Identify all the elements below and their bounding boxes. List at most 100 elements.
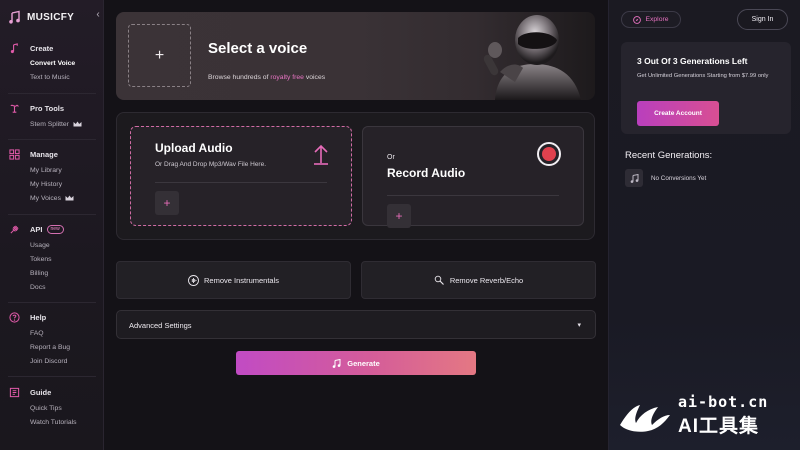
section-pro-tools-header: Pro Tools <box>0 101 104 115</box>
section-create: Create Convert Voice Text to Music <box>0 41 104 85</box>
watermark-logo-icon <box>620 405 670 432</box>
brand[interactable]: MUSICFY ‹ <box>9 9 100 25</box>
divider <box>8 376 96 377</box>
chevron-down-icon: ▾ <box>577 322 581 329</box>
section-manage: Manage My Library My History My Voices <box>0 147 104 206</box>
divider <box>387 195 559 196</box>
upload-audio-dropzone[interactable]: Upload Audio Or Drag And Drop Mp3/Wav Fi… <box>130 126 352 226</box>
divider <box>8 93 96 94</box>
section-manage-header: Manage <box>0 147 104 161</box>
record-button[interactable] <box>537 142 561 166</box>
crown-icon <box>65 195 74 201</box>
watermark: ai-bot.cn AI工具集 <box>614 385 794 445</box>
crown-icon <box>73 121 82 127</box>
new-badge: new <box>46 224 64 234</box>
no-conversions-text: No Conversions Yet <box>651 174 707 182</box>
audio-input-panel: Upload Audio Or Drag And Drop Mp3/Wav Fi… <box>116 112 595 240</box>
advanced-settings-label: Advanced Settings <box>129 321 192 330</box>
select-voice-plus-button[interactable]: + <box>128 24 191 87</box>
recent-empty-row: No Conversions Yet <box>625 168 706 188</box>
section-help-header: Help <box>0 310 104 324</box>
remove-instrumentals-button[interactable]: Remove Instrumentals <box>116 261 351 299</box>
main-content: + Select a voice Browse hundreds of roya… <box>104 0 608 450</box>
divider <box>8 214 96 215</box>
section-guide: Guide Quick Tips Watch Tutorials <box>0 385 104 430</box>
book-icon <box>9 387 20 397</box>
royalty-free-highlight: royalty free <box>270 74 304 81</box>
music-note-logo-icon <box>9 10 20 24</box>
section-create-header: Create <box>0 41 104 55</box>
music-note-icon <box>10 42 18 53</box>
grid-icon <box>9 148 20 160</box>
sidebar-item-join-discord[interactable]: Join Discord <box>0 355 104 369</box>
sidebar-item-my-voices[interactable]: My Voices <box>0 192 104 206</box>
record-dot-icon <box>542 147 556 161</box>
sidebar-item-my-history[interactable]: My History <box>0 178 104 192</box>
divider <box>8 302 96 303</box>
sidebar-item-faq[interactable]: FAQ <box>0 327 104 341</box>
upload-arrow-icon[interactable] <box>313 143 329 165</box>
help-circle-icon <box>9 311 20 323</box>
tools-icon <box>10 104 19 113</box>
sidebar-item-billing[interactable]: Billing <box>0 267 104 281</box>
upload-audio-subtitle: Or Drag And Drop Mp3/Wav File Here. <box>155 161 267 168</box>
robot-singer-illustration <box>483 15 581 100</box>
sidebar-item-docs[interactable]: Docs <box>0 281 104 295</box>
sidebar-item-text-to-music[interactable]: Text to Music <box>0 71 104 85</box>
select-voice-subtitle: Browse hundreds of royalty free voices <box>208 74 325 81</box>
sidebar-item-convert-voice[interactable]: Convert Voice <box>0 57 104 71</box>
section-help-title: Help <box>30 312 47 322</box>
create-account-button[interactable]: Create Account <box>637 101 719 126</box>
remove-reverb-button[interactable]: Remove Reverb/Echo <box>361 261 596 299</box>
explore-button[interactable]: Explore <box>621 11 681 28</box>
generations-heading: 3 Out Of 3 Generations Left <box>637 56 748 66</box>
music-note-icon <box>332 358 341 368</box>
explore-label: Explore <box>645 16 669 23</box>
record-audio-title: Record Audio <box>387 166 466 180</box>
sidebar-item-tokens[interactable]: Tokens <box>0 253 104 267</box>
record-audio-panel[interactable]: Or Record Audio + <box>362 126 584 228</box>
generate-button[interactable]: Generate <box>236 351 476 375</box>
section-create-title: Create <box>30 43 54 53</box>
right-panel: Explore Sign In 3 Out Of 3 Generations L… <box>608 0 800 450</box>
watermark-url: ai-bot.cn <box>678 393 769 411</box>
advanced-settings-dropdown[interactable]: Advanced Settings ▾ <box>116 310 596 339</box>
sign-in-button[interactable]: Sign In <box>737 9 788 30</box>
voice-sub-text-before: Browse hundreds of <box>208 74 271 81</box>
section-pro-tools: Pro Tools Stem Splitter <box>0 101 104 132</box>
remove-reverb-label: Remove Reverb/Echo <box>449 275 524 285</box>
recent-generations-heading: Recent Generations: <box>625 150 713 161</box>
upload-audio-title: Upload Audio <box>155 141 233 155</box>
voice-sub-text-after: voices <box>303 74 326 81</box>
sidebar-item-stem-splitter-label: Stem Splitter <box>30 121 69 128</box>
sidebar-item-report-bug[interactable]: Report a Bug <box>0 341 104 355</box>
watermark-title: AI工具集 <box>678 416 760 437</box>
plug-icon <box>10 224 19 234</box>
sidebar: MUSICFY ‹ Create Convert Voice Text to M… <box>0 0 104 450</box>
sidebar-item-quick-tips[interactable]: Quick Tips <box>0 402 104 416</box>
select-voice-title: Select a voice <box>208 40 308 57</box>
section-help: Help FAQ Report a Bug Join Discord <box>0 310 104 369</box>
divider <box>8 139 96 140</box>
generations-text: Get Unlimited Generations Starting from … <box>637 73 769 79</box>
remove-instrumentals-label: Remove Instrumentals <box>203 275 280 285</box>
music-note-icon <box>625 169 643 187</box>
sidebar-item-my-voices-label: My Voices <box>30 194 61 202</box>
section-api-header: API new <box>0 222 104 236</box>
brand-name: MUSICFY <box>27 11 75 23</box>
record-add-button[interactable]: + <box>387 204 411 228</box>
select-voice-card[interactable]: + Select a voice Browse hundreds of roya… <box>116 12 595 100</box>
microphone-icon <box>434 275 444 285</box>
section-manage-title: Manage <box>30 149 58 159</box>
sidebar-item-stem-splitter[interactable]: Stem Splitter <box>0 118 104 132</box>
sidebar-item-usage[interactable]: Usage <box>0 239 104 253</box>
collapse-sidebar-icon[interactable]: ‹ <box>93 9 103 20</box>
waveform-icon <box>188 274 199 286</box>
sidebar-item-my-library[interactable]: My Library <box>0 164 104 178</box>
generate-label: Generate <box>347 358 380 368</box>
section-api-title: API <box>30 224 43 234</box>
divider <box>155 182 327 183</box>
section-api: API new Usage Tokens Billing Docs <box>0 222 104 295</box>
upload-add-button[interactable]: + <box>155 191 179 215</box>
sidebar-item-watch-tutorials[interactable]: Watch Tutorials <box>0 416 104 430</box>
